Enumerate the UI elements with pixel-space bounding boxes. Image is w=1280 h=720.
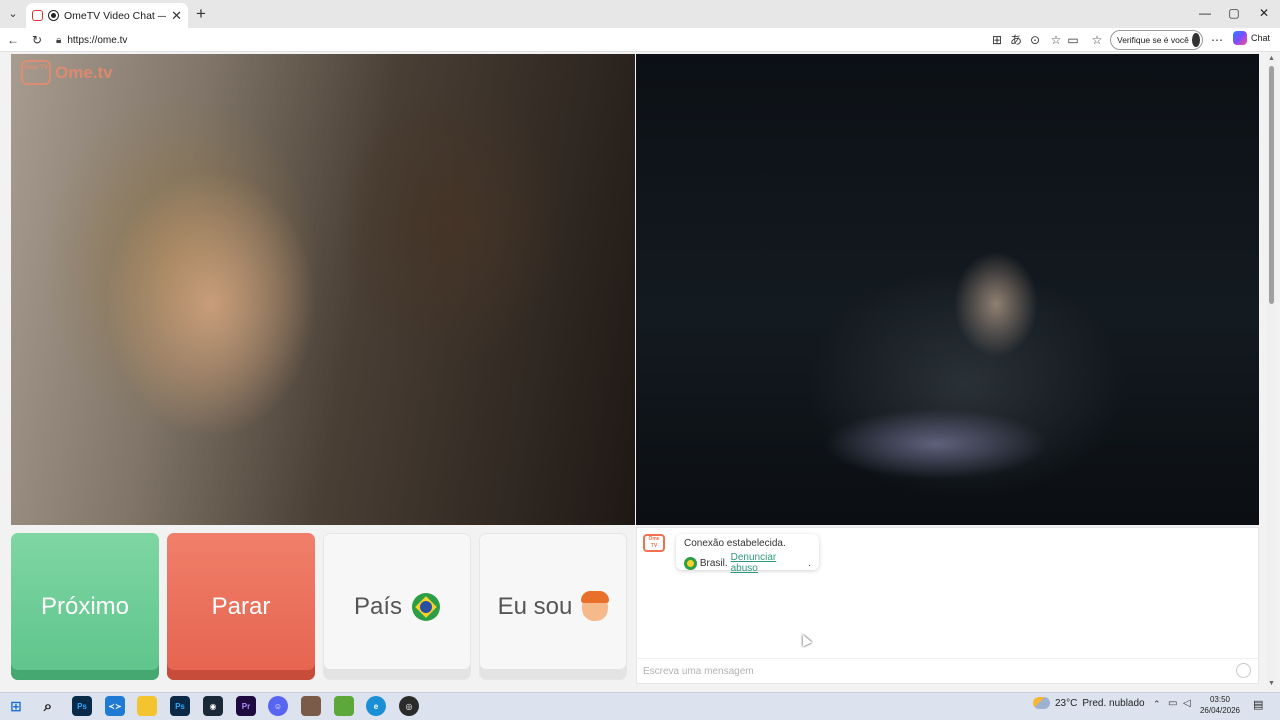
ometv-logo-wordmark: Ome.tv bbox=[55, 62, 113, 82]
tab-ometv[interactable]: OmeTV Video Chat — Omegle ✕ bbox=[26, 3, 188, 28]
favorites-list-icon[interactable]: ☆ bbox=[1089, 32, 1105, 48]
chat-ometv-logo-icon: Ome TV bbox=[643, 534, 665, 552]
favorite-star-icon[interactable]: ☆ bbox=[1048, 32, 1064, 48]
game-app-icon[interactable] bbox=[301, 696, 321, 716]
country-filter-button[interactable]: País bbox=[323, 533, 471, 680]
gender-select-button[interactable]: Eu sou bbox=[479, 533, 627, 680]
report-abuse-link[interactable]: Denunciar abuso bbox=[731, 552, 806, 574]
maximize-button[interactable]: ▢ bbox=[1224, 5, 1244, 21]
address-bar[interactable]: 🔒︎ https://ome.tv bbox=[52, 30, 982, 50]
profile-verify-button[interactable]: Verifique se é você bbox=[1110, 30, 1203, 50]
more-menu-icon[interactable]: ⋯ bbox=[1209, 32, 1225, 48]
self-video bbox=[636, 54, 1259, 525]
ometv-logo-badge: Ome TV bbox=[21, 60, 51, 85]
vscode-icon[interactable]: ≺≻ bbox=[105, 696, 125, 716]
verify-label: Verifique se é você bbox=[1117, 35, 1189, 45]
reload-icon[interactable]: ↻ bbox=[29, 32, 45, 48]
stop-label: Parar bbox=[211, 592, 271, 620]
stop-button[interactable]: Parar bbox=[167, 533, 315, 680]
recording-icon bbox=[48, 10, 59, 21]
search-icon[interactable]: ⌕ bbox=[38, 696, 58, 716]
photoshop-icon[interactable]: Ps bbox=[72, 696, 92, 716]
translate-icon[interactable]: あ bbox=[1008, 32, 1024, 48]
discord-icon[interactable]: ☺ bbox=[268, 696, 288, 716]
obs-recorder-icon[interactable]: ◎ bbox=[399, 696, 419, 716]
app-available-icon[interactable]: ⊞ bbox=[989, 32, 1005, 48]
notifications-icon[interactable]: ▤ bbox=[1253, 698, 1263, 711]
tray-clock[interactable]: 03:50 26/04/2026 bbox=[1198, 694, 1242, 716]
scroll-up-arrow-icon[interactable]: ▲ bbox=[1268, 55, 1275, 62]
minimize-button[interactable]: — bbox=[1195, 5, 1215, 21]
copilot-label: Chat bbox=[1251, 33, 1271, 43]
ometv-logo[interactable]: Ome TV Ome.tv bbox=[21, 60, 113, 85]
copilot-icon bbox=[1233, 31, 1247, 45]
weather-widget[interactable]: 23°C Pred. nublado bbox=[1033, 697, 1145, 709]
start-windows-icon[interactable]: ⊞ bbox=[6, 696, 26, 716]
gender-label: Eu sou bbox=[497, 592, 573, 620]
brazil-flag-icon bbox=[412, 592, 441, 621]
weather-desc: Pred. nublado bbox=[1082, 697, 1145, 709]
stranger-country-line: Brasil. Denunciar abuso. bbox=[684, 552, 811, 574]
volume-icon[interactable]: ◁ bbox=[1183, 698, 1191, 709]
tray-overflow-chevron-icon[interactable]: ⌃ bbox=[1153, 699, 1161, 710]
camera-icon[interactable]: ▭ bbox=[1065, 32, 1081, 48]
clock-time: 03:50 bbox=[1209, 695, 1231, 704]
emoji-picker-icon[interactable] bbox=[1236, 663, 1251, 678]
minecraft-icon[interactable] bbox=[334, 696, 354, 716]
weather-cloud-icon bbox=[1033, 697, 1050, 709]
scroll-down-arrow-icon[interactable]: ▼ bbox=[1268, 680, 1275, 687]
clock-date: 26/04/2026 bbox=[1199, 706, 1241, 715]
next-button[interactable]: Próximo bbox=[11, 533, 159, 680]
tab-title: OmeTV Video Chat — Omegle bbox=[64, 9, 166, 22]
copilot-chat-button[interactable]: Chat bbox=[1233, 31, 1270, 45]
report-suffix: . bbox=[808, 557, 811, 569]
steam-icon[interactable]: ◉ bbox=[203, 696, 223, 716]
site-info-icon[interactable]: 🔒︎ bbox=[56, 35, 61, 46]
brazil-flag-small-icon bbox=[684, 556, 697, 570]
network-icon[interactable]: ▭ bbox=[1168, 698, 1177, 709]
address-url[interactable]: https://ome.tv bbox=[67, 35, 127, 46]
scrollbar-thumb[interactable] bbox=[1269, 66, 1274, 304]
file-explorer-icon[interactable] bbox=[137, 696, 157, 716]
weather-temp: 23°C bbox=[1055, 697, 1078, 709]
back-arrow-icon[interactable]: ← bbox=[5, 32, 21, 48]
next-label: Próximo bbox=[40, 592, 130, 620]
ometv-favicon-icon bbox=[32, 10, 43, 21]
photoshop-alt-icon[interactable]: Ps bbox=[170, 696, 190, 716]
chat-divider bbox=[636, 658, 1259, 659]
edge-browser-icon[interactable]: e bbox=[366, 696, 386, 716]
connection-status: Conexão estabelecida. bbox=[684, 538, 786, 549]
country-label: País bbox=[353, 592, 403, 620]
boy-emoji-icon bbox=[581, 590, 610, 621]
system-message: Conexão estabelecida. Brasil. Denunciar … bbox=[676, 534, 819, 574]
close-window-button[interactable]: ✕ bbox=[1254, 5, 1274, 21]
stranger-video bbox=[11, 54, 635, 525]
profile-avatar bbox=[1191, 33, 1200, 47]
new-tab-button[interactable]: + bbox=[192, 5, 210, 23]
read-aloud-icon[interactable]: ⊙ bbox=[1027, 32, 1043, 48]
tab-close-icon[interactable]: ✕ bbox=[171, 8, 182, 24]
tab-list-chevron-icon[interactable]: ⌄ bbox=[4, 5, 22, 23]
premiere-icon[interactable]: Pr bbox=[236, 696, 256, 716]
browser-toolbar: ← ↻ 🔒︎ https://ome.tv ⊞ あ ⊙ ▭ ☆ ☆ Verifi… bbox=[0, 28, 1280, 52]
stranger-country: Brasil. bbox=[699, 557, 728, 569]
message-input[interactable] bbox=[643, 663, 1223, 679]
